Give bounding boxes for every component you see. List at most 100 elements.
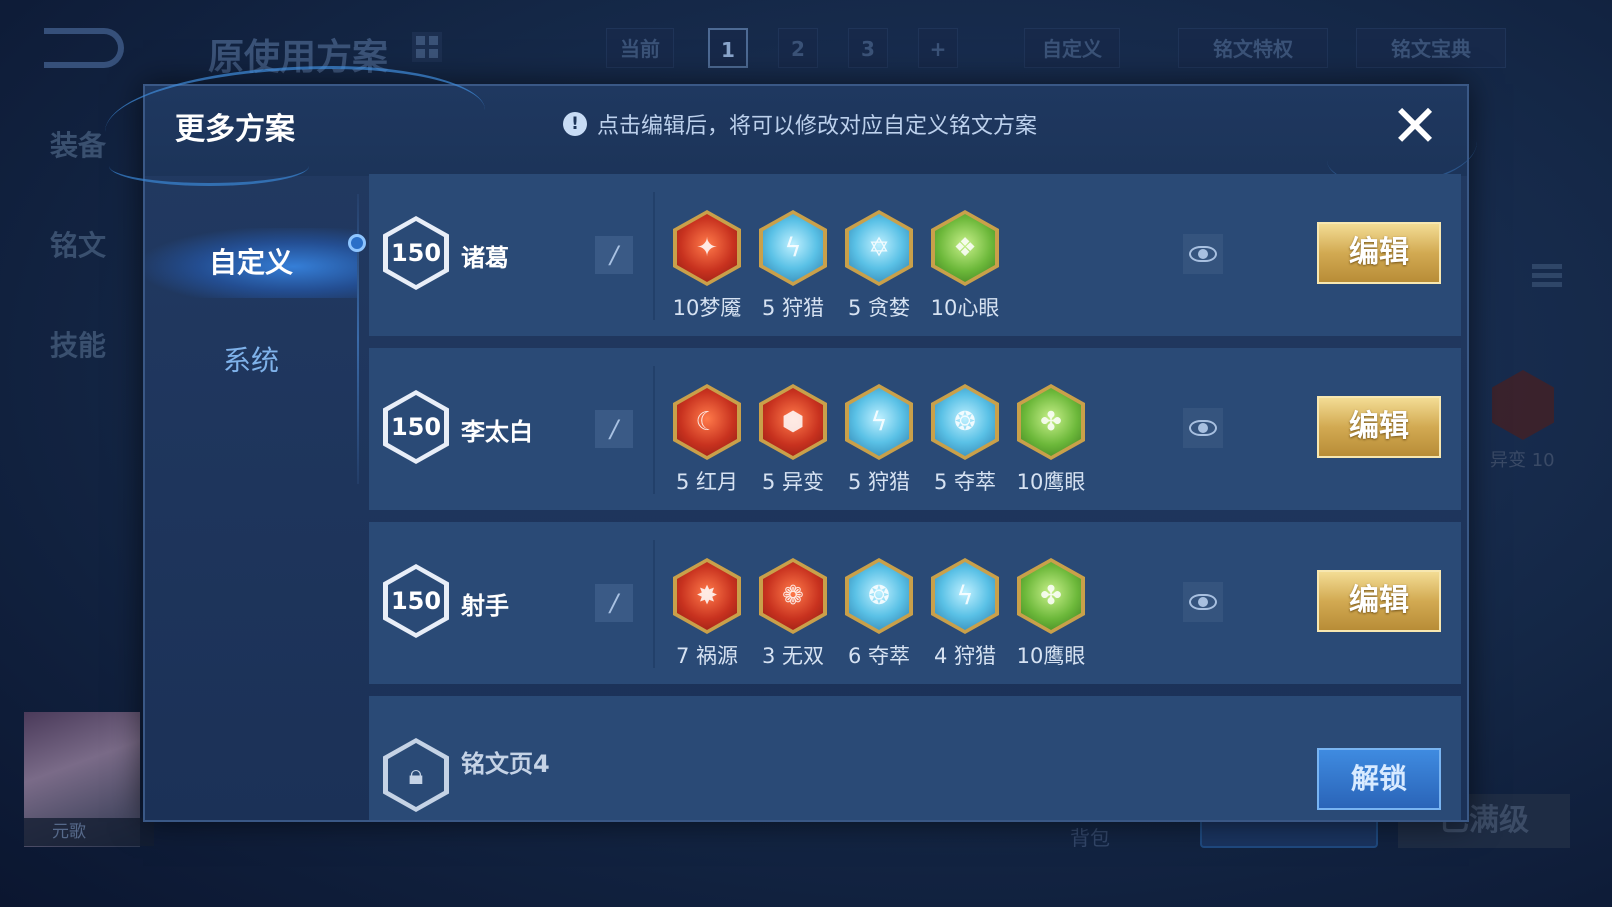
level-value: 150: [388, 569, 444, 633]
rune-item: ❂ 5 夺萃: [925, 384, 1005, 496]
bg-badge-guide[interactable]: 铭文宝典: [1356, 28, 1506, 68]
rune-item: ❖ 10心眼: [925, 210, 1005, 322]
level-badge: 150: [383, 564, 449, 638]
bg-tab-add[interactable]: +: [918, 28, 958, 68]
rune-icon: ϟ: [845, 384, 913, 460]
rune-item: ❁ 3 无双: [753, 558, 833, 670]
rune-icon: ✸: [673, 558, 741, 634]
bg-bag-label: 背包: [1070, 826, 1110, 850]
rename-icon[interactable]: /: [595, 410, 633, 448]
active-tab-indicator: [348, 234, 366, 252]
bg-tab-current[interactable]: 当前: [606, 28, 674, 68]
edit-button[interactable]: 编辑: [1317, 570, 1441, 632]
rune-icon: ☾: [673, 384, 741, 460]
plan-name: 射手: [461, 592, 509, 620]
grid-icon[interactable]: [412, 32, 442, 62]
rune-icon: ⬢: [759, 384, 827, 460]
hint-text: 点击编辑后，将可以修改对应自定义铭文方案: [597, 114, 1038, 139]
close-icon[interactable]: ✕: [1385, 97, 1445, 158]
bg-side-skill[interactable]: 技能: [50, 324, 106, 364]
rune-label: 4 狩猎: [933, 644, 997, 668]
divider: [653, 366, 655, 494]
rune-item: ❂ 6 夺萃: [839, 558, 919, 670]
tab-custom[interactable]: 自定义: [145, 228, 357, 298]
rune-label: 10鹰眼: [1016, 644, 1086, 668]
plan-category-tabs: 自定义 系统: [145, 182, 357, 482]
rune-label: 5 夺萃: [933, 470, 997, 494]
rune-icon: ✤: [1017, 384, 1085, 460]
preview-eye-icon[interactable]: [1183, 408, 1223, 448]
rune-item: ✤ 10鹰眼: [1011, 558, 1091, 670]
bg-side-equip[interactable]: 装备: [50, 124, 106, 164]
rune-item: ϟ 5 狩猎: [839, 384, 919, 496]
bg-badge-privilege[interactable]: 铭文特权: [1178, 28, 1328, 68]
rune-item: ϟ 5 狩猎: [753, 210, 833, 322]
rune-label: 10梦魇: [672, 296, 742, 320]
plan-row: 150 诸葛 / ✦ 10梦魇 ϟ 5 狩猎 ✡ 5 贪婪 ❖ 10心眼 编辑: [369, 174, 1461, 336]
preview-eye-icon[interactable]: [1183, 582, 1223, 622]
tab-system[interactable]: 系统: [145, 326, 357, 396]
dialog-title: 更多方案: [175, 112, 295, 147]
rune-item: ✡ 5 贪婪: [839, 210, 919, 322]
rune-label: 7 祸源: [675, 644, 739, 668]
level-badge: 150: [383, 216, 449, 290]
lock-icon: 🔒︎: [383, 738, 449, 812]
decorative-swirl: [109, 146, 309, 186]
hint: ! 点击编辑后，将可以修改对应自定义铭文方案: [563, 108, 1037, 140]
rune-icon: ✤: [1017, 558, 1085, 634]
bg-rune-label: 异变 10: [1490, 450, 1555, 471]
rename-icon[interactable]: /: [595, 236, 633, 274]
rune-icon: ❂: [845, 558, 913, 634]
rune-icon: ❖: [931, 210, 999, 286]
rune-label: 5 狩猎: [847, 470, 911, 494]
dialog-header: 更多方案 ! 点击编辑后，将可以修改对应自定义铭文方案 ✕: [105, 66, 1477, 186]
more-plans-dialog: 更多方案 ! 点击编辑后，将可以修改对应自定义铭文方案 ✕ 自定义 系统 150…: [105, 66, 1477, 822]
back-icon[interactable]: [44, 28, 124, 68]
unlock-button[interactable]: 解锁: [1317, 748, 1441, 810]
rune-label: 6 夺萃: [847, 644, 911, 668]
rune-icon: ❁: [759, 558, 827, 634]
rune-item: ✤ 10鹰眼: [1011, 384, 1091, 496]
rune-label: 10鹰眼: [1016, 470, 1086, 494]
level-value: 150: [388, 221, 444, 285]
bg-tab-2[interactable]: 2: [778, 28, 818, 68]
level-value: 150: [388, 395, 444, 459]
rune-item: ✸ 7 祸源: [667, 558, 747, 670]
rune-icon: ϟ: [759, 210, 827, 286]
rune-label: 5 异变: [761, 470, 825, 494]
bg-tab-custom[interactable]: 自定义: [1024, 28, 1120, 68]
rune-icon: ❂: [931, 384, 999, 460]
hero-name: 元歌: [24, 818, 154, 846]
background-top-bar: 原使用方案 当前 1 2 3 + 自定义 铭文特权 铭文宝典: [0, 0, 1612, 80]
plan-name: 诸葛: [461, 244, 509, 272]
menu-icon[interactable]: [1532, 264, 1562, 294]
rune-label: 3 无双: [761, 644, 825, 668]
rename-icon[interactable]: /: [595, 584, 633, 622]
rune-label: 5 狩猎: [761, 296, 825, 320]
plan-row: 150 李太白 / ☾ 5 红月 ⬢ 5 异变 ϟ5 狩猎 ❂ 5 夺萃 ✤ 10鹰眼 …: [369, 348, 1461, 510]
rune-item: ⬢ 5 异变: [753, 384, 833, 496]
edit-button[interactable]: 编辑: [1317, 396, 1441, 458]
plan-name: 铭文页4: [461, 750, 550, 778]
bg-side-rune[interactable]: 铭文: [50, 224, 106, 264]
edit-button[interactable]: 编辑: [1317, 222, 1441, 284]
info-icon: !: [563, 112, 587, 136]
plan-list[interactable]: 150 诸葛 / ✦ 10梦魇 ϟ 5 狩猎 ✡ 5 贪婪 ❖ 10心眼 编辑 150 …: [369, 174, 1461, 820]
rune-item: ϟ 4 狩猎: [925, 558, 1005, 670]
rune-label: 5 贪婪: [847, 296, 911, 320]
rune-item: ☾ 5 红月: [667, 384, 747, 496]
divider: [653, 540, 655, 668]
preview-eye-icon[interactable]: [1183, 234, 1223, 274]
rune-label: 5 红月: [675, 470, 739, 494]
rune-label: 10心眼: [930, 296, 1000, 320]
rune-icon: ✡: [845, 210, 913, 286]
bg-tab-1[interactable]: 1: [708, 28, 748, 68]
divider: [653, 192, 655, 320]
bg-tab-3[interactable]: 3: [848, 28, 888, 68]
rune-icon: ϟ: [931, 558, 999, 634]
plan-row: 150 射手 / ✸ 7 祸源 ❁ 3 无双 ❂ 6 夺萃 ϟ 4 狩猎 ✤ 10鹰眼 编…: [369, 522, 1461, 684]
rune-icon: ✦: [673, 210, 741, 286]
rune-item: ✦ 10梦魇: [667, 210, 747, 322]
level-badge: 150: [383, 390, 449, 464]
plan-row-locked: 🔒︎ 铭文页4 解锁: [369, 696, 1461, 820]
